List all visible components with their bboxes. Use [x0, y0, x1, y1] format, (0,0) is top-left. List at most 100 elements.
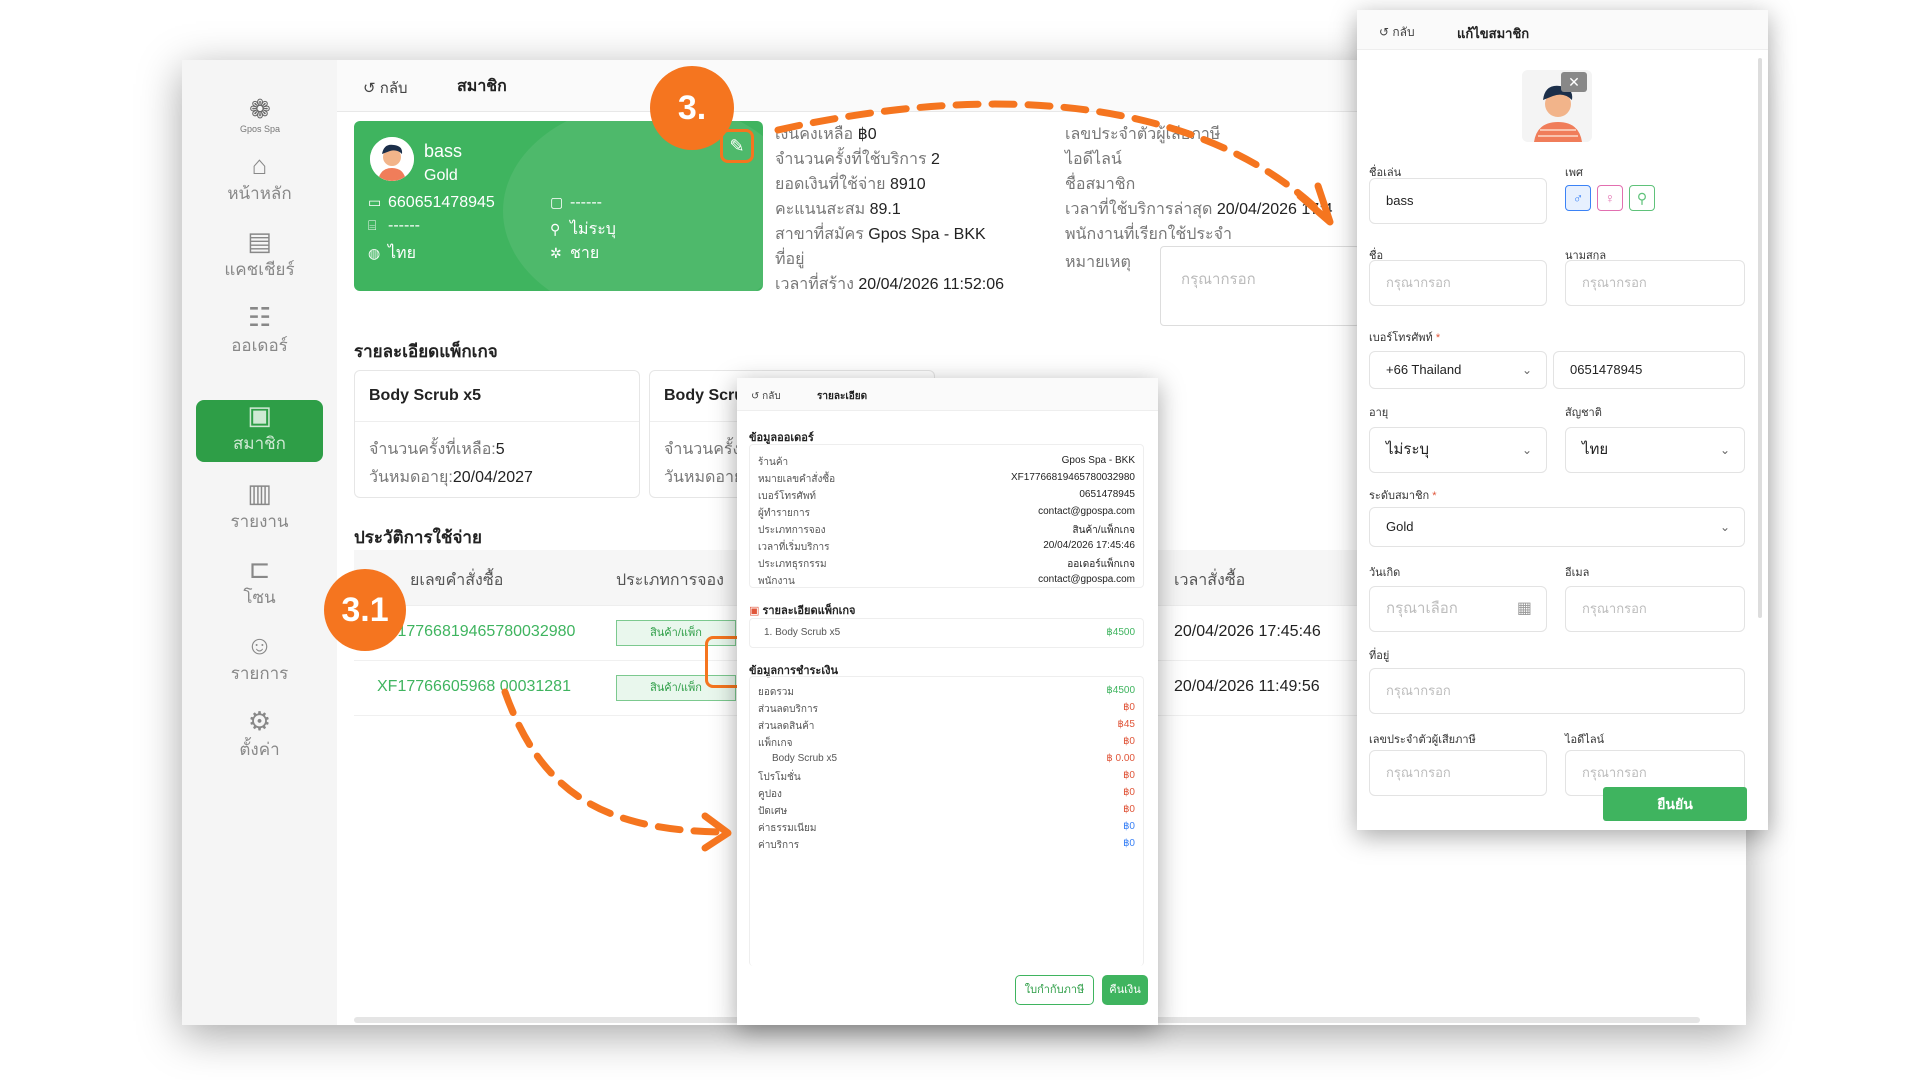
- member-id: 660651478945: [388, 194, 495, 211]
- tax-id-input[interactable]: กรุณากรอก: [1369, 750, 1547, 796]
- confirm-button[interactable]: ยืนยัน: [1603, 787, 1747, 821]
- nickname-input[interactable]: bass: [1369, 178, 1547, 224]
- member-sex-row: ✲ ชาย: [550, 241, 599, 266]
- info-points-value: 89.1: [869, 201, 901, 218]
- edit-member-popup: ↺ กลับ แก้ไขสมาชิก ✕ ชื่อเล่น bass เพศ ♂…: [1357, 10, 1768, 830]
- detail-back-button[interactable]: ↺ กลับ: [751, 389, 781, 404]
- firstname-input[interactable]: กรุณากรอก: [1369, 260, 1547, 306]
- unspecified-gender-icon[interactable]: ⚲: [1629, 185, 1655, 211]
- back-button[interactable]: ↺ กลับ: [363, 76, 408, 100]
- page-title: สมาชิก: [457, 78, 507, 95]
- female-gender-icon[interactable]: ♀: [1597, 185, 1623, 211]
- chevron-down-icon: ⌄: [1719, 520, 1730, 534]
- package-section-title: รายละเอียดแพ็กเกจ: [354, 342, 498, 361]
- tax-id-label: เลขประจำตัวผู้เสียภาษี: [1369, 734, 1476, 746]
- package-icon: ▣: [749, 605, 760, 617]
- edit-topbar: ↺ กลับ แก้ไขสมาชิก: [1357, 10, 1768, 50]
- tax-invoice-button[interactable]: ใบกำกับภาษี: [1015, 975, 1094, 1005]
- gender-label: เพศ: [1565, 167, 1583, 179]
- edit-member-button[interactable]: ✎: [720, 129, 754, 163]
- divider: [355, 421, 639, 422]
- payment-row: ค่าบริการ ฿0: [758, 838, 1135, 851]
- back-arrow-icon: ↺: [363, 80, 376, 97]
- phone-label: เบอร์โทรศัพท์ *: [1369, 332, 1441, 344]
- sidebar-item-zone[interactable]: ⊏ โซน: [196, 554, 323, 616]
- sidebar-item-reports[interactable]: ▥ รายงาน: [196, 478, 323, 540]
- member-gender-row: ⚲ ไม่ระบุ: [550, 217, 616, 242]
- col-order-id: ยเลขคำสั่งซื้อ: [410, 572, 504, 589]
- order-row: เบอร์โทรศัพท์ 0651478945: [758, 489, 1135, 502]
- member-gender: ไม่ระบุ: [570, 221, 616, 238]
- birthday-label: วันเกิด: [1369, 567, 1401, 579]
- lastname-input[interactable]: กรุณากรอก: [1565, 260, 1745, 306]
- payment-row: โปรโมชั่น ฿0: [758, 770, 1135, 783]
- package-expire: วันหมดอายุ:20/04/2027: [369, 469, 533, 486]
- sidebar-item-label: หน้าหลัก: [227, 184, 292, 203]
- level-select[interactable]: Gold ⌄: [1369, 507, 1745, 547]
- sidebar-item-label: รายการ: [230, 664, 289, 683]
- gear-icon: ⚙: [247, 706, 272, 736]
- package-expire: วันหมดอาย: [664, 469, 744, 486]
- chevron-down-icon: ⌄: [1521, 443, 1532, 457]
- avatar-image-icon: [370, 137, 414, 181]
- info-address: ที่อยู่: [775, 251, 805, 268]
- info-created-value: 20/04/2026 11:52:06: [858, 276, 1005, 293]
- cashier-icon: ▤: [247, 226, 272, 256]
- age-select[interactable]: ไม่ระบุ ⌄: [1369, 427, 1547, 473]
- remove-avatar-icon[interactable]: ✕: [1561, 72, 1587, 92]
- payment-row: ส่วนลดสินค้า ฿45: [758, 719, 1135, 732]
- sidebar-item-home[interactable]: ⌂ หน้าหลัก: [196, 150, 323, 212]
- sidebar-item-label: ออเดอร์: [231, 336, 288, 355]
- detail-title: รายละเอียด: [817, 391, 868, 402]
- info-staff: พนักงานที่เรียกใช้ประจำ: [1065, 226, 1232, 243]
- sidebar-item-items[interactable]: ☺ รายการ: [196, 630, 323, 692]
- member-language: ไทย: [388, 245, 416, 262]
- edit-back-button[interactable]: ↺ กลับ: [1379, 23, 1415, 42]
- refund-button[interactable]: คืนเงิน: [1102, 975, 1148, 1005]
- remark-input[interactable]: กรุณากรอก: [1160, 246, 1360, 326]
- sidebar-item-members[interactable]: ▣ สมาชิก: [196, 400, 323, 462]
- address-input[interactable]: กรุณากรอก: [1369, 668, 1745, 714]
- phone-input[interactable]: 0651478945: [1553, 351, 1745, 389]
- package-line: 1. Body Scrub x5 ฿4500: [764, 627, 1135, 638]
- edit-title: แก้ไขสมาชิก: [1457, 26, 1530, 41]
- info-points: คะแนนสะสม 89.1: [775, 201, 901, 218]
- order-row: ร้านค้า Gpos Spa - BKK: [758, 455, 1135, 468]
- member-field-a: ------: [388, 217, 420, 234]
- order-id-link[interactable]: XF17766605968 00031281: [377, 678, 571, 696]
- info-remark: หมายเหตุ: [1065, 254, 1131, 271]
- email-input[interactable]: กรุณากรอก: [1565, 586, 1745, 632]
- country-code-select[interactable]: +66 Thailand ⌄: [1369, 351, 1547, 389]
- sidebar-item-orders[interactable]: ☷ ออเดอร์: [196, 302, 323, 364]
- order-row: หมายเลขคำสั่งซื้อ XF17766819465780032980: [758, 472, 1135, 485]
- address-label: ที่อยู่: [1369, 650, 1390, 662]
- sidebar-item-cashier[interactable]: ▤ แคชเชียร์: [196, 226, 323, 288]
- male-gender-icon[interactable]: ♂: [1565, 185, 1591, 211]
- sidebar-item-label: โซน: [243, 588, 276, 607]
- order-row: พนักงาน contact@gpospa.com: [758, 574, 1135, 587]
- info-visits: จำนวนครั้งที่ใช้บริการ 2: [775, 151, 940, 168]
- sidebar-item-settings[interactable]: ⚙ ตั้งค่า: [196, 706, 323, 768]
- birthday-picker[interactable]: กรุณาเลือก ▦: [1369, 586, 1547, 632]
- sidebar-item-label: รายงาน: [230, 512, 289, 531]
- person-icon: ✲: [550, 245, 562, 261]
- member-name: bass: [424, 141, 463, 161]
- order-row: ประเภทธุรกรรม ออเดอร์แพ็กเกจ: [758, 559, 1135, 570]
- history-section-title: ประวัติการใช้จ่าย: [354, 528, 482, 547]
- zone-icon: ⊏: [248, 554, 271, 584]
- order-id-link[interactable]: XF17766819465780032980: [377, 623, 575, 641]
- info-branch-value: Gpos Spa - BKK: [868, 226, 986, 243]
- nationality-select[interactable]: ไทย ⌄: [1565, 427, 1745, 473]
- payment-row: ยอดรวม ฿4500: [758, 685, 1135, 698]
- vertical-scrollbar[interactable]: [1758, 58, 1762, 618]
- back-arrow-icon: ↺: [751, 391, 760, 402]
- info-branch: สาขาที่สมัคร Gpos Spa - BKK: [775, 226, 986, 243]
- level-label: ระดับสมาชิก *: [1369, 490, 1437, 502]
- payment-row: คูปอง ฿0: [758, 787, 1135, 800]
- package-name: Body Scrub x5: [369, 387, 482, 404]
- info-line-id: ไอดีไลน์: [1065, 151, 1122, 168]
- chart-icon: ▥: [247, 478, 272, 508]
- package-card[interactable]: Body Scrub x5 จำนวนครั้งที่เหลือ:5 วันหม…: [354, 370, 640, 498]
- list-icon: ☺: [246, 630, 273, 660]
- order-row: เวลาที่เริ่มบริการ 20/04/2026 17:45:46: [758, 540, 1135, 553]
